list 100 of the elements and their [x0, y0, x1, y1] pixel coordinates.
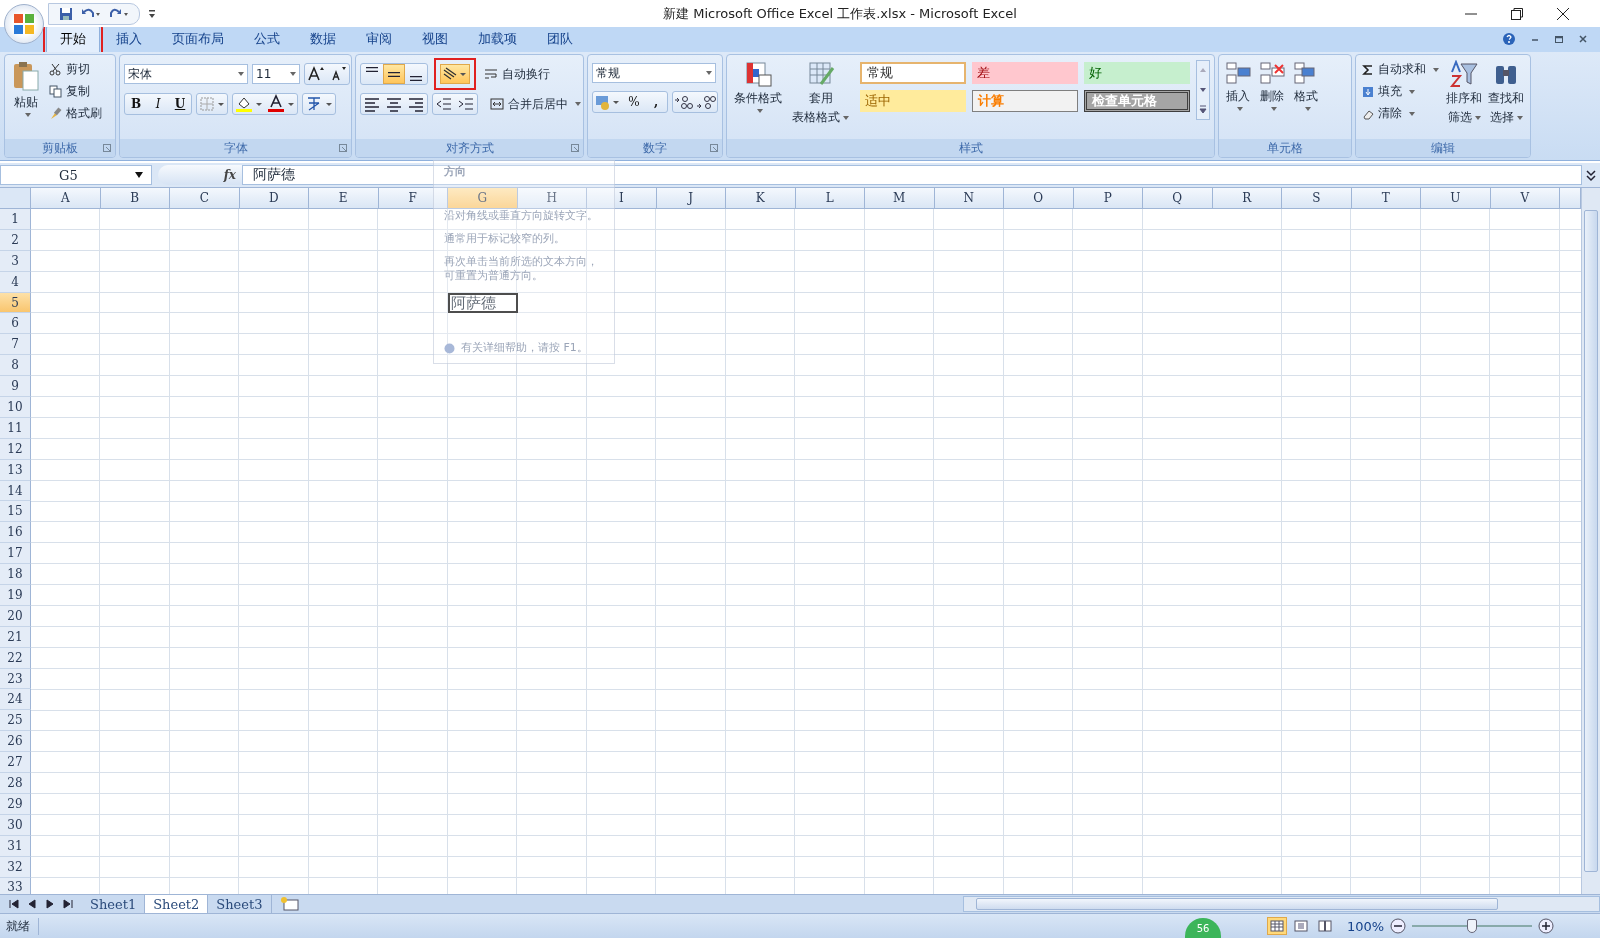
- sheet-nav-icon[interactable]: [62, 898, 74, 910]
- percent-button[interactable]: %: [623, 92, 645, 112]
- italic-button[interactable]: I: [147, 94, 169, 114]
- column-header[interactable]: J: [656, 188, 726, 209]
- row-header[interactable]: 6: [0, 313, 31, 335]
- ribbon-tab[interactable]: 数据: [296, 25, 350, 52]
- row-header[interactable]: 10: [0, 397, 31, 418]
- row-header[interactable]: 21: [0, 626, 31, 648]
- ribbon-tab[interactable]: 视图: [408, 25, 462, 52]
- restore-icon[interactable]: [1510, 6, 1524, 21]
- row-header[interactable]: 27: [0, 752, 31, 774]
- row-header[interactable]: 1: [0, 209, 31, 230]
- conditional-format-button[interactable]: 条件格式: [731, 58, 785, 115]
- sheet-tab[interactable]: Sheet2: [145, 895, 209, 913]
- merge-center-button[interactable]: 合并后居中: [488, 94, 583, 114]
- cell-style-option[interactable]: 差: [972, 62, 1078, 84]
- clipboard-command[interactable]: 剪切: [47, 60, 104, 79]
- column-header[interactable]: A: [31, 188, 101, 209]
- fill-button[interactable]: 填充: [1360, 82, 1441, 101]
- row-header[interactable]: 12: [0, 438, 31, 460]
- find-select-button[interactable]: 查找和 选择: [1487, 58, 1525, 128]
- gallery-scroll-icon[interactable]: [1196, 60, 1210, 120]
- ribbon-tab[interactable]: 开始: [46, 25, 100, 52]
- row-header[interactable]: 26: [0, 731, 31, 753]
- paste-button[interactable]: 粘贴: [9, 58, 43, 119]
- office-button[interactable]: [4, 4, 44, 44]
- cell-style-option[interactable]: 好: [1084, 62, 1190, 84]
- row-header[interactable]: 19: [0, 585, 31, 606]
- customize-icon[interactable]: [148, 8, 156, 19]
- autosum-button[interactable]: 自动求和: [1360, 60, 1441, 79]
- zoom-out-icon[interactable]: [1390, 918, 1407, 934]
- zoom-slider-thumb[interactable]: [1467, 919, 1478, 933]
- ribbon-tab[interactable]: 页面布局: [158, 25, 238, 52]
- bold-button[interactable]: B: [125, 94, 147, 114]
- insert-button[interactable]: 插入: [1223, 58, 1253, 113]
- horizontal-scrollbar[interactable]: [962, 896, 1600, 912]
- column-header[interactable]: U: [1421, 188, 1491, 209]
- clipboard-command[interactable]: 复制: [47, 82, 104, 101]
- row-header[interactable]: 30: [0, 814, 31, 836]
- cell-style-option[interactable]: 适中: [860, 90, 966, 112]
- column-header[interactable]: P: [1073, 188, 1143, 209]
- row-header[interactable]: 28: [0, 773, 31, 794]
- ribbon-tab[interactable]: 公式: [240, 25, 294, 52]
- underline-button[interactable]: U: [169, 94, 191, 114]
- orientation-button[interactable]: [440, 64, 470, 84]
- save-icon[interactable]: [59, 6, 73, 21]
- column-header[interactable]: G: [448, 188, 518, 209]
- sheet-nav-icon[interactable]: [8, 898, 20, 910]
- row-header[interactable]: 4: [0, 271, 31, 293]
- column-header[interactable]: N: [934, 188, 1004, 209]
- font-size-dropdown[interactable]: 11: [252, 64, 300, 84]
- column-header[interactable]: C: [170, 188, 240, 209]
- row-header[interactable]: 11: [0, 417, 31, 439]
- format-button[interactable]: 格式: [1291, 58, 1321, 113]
- column-header[interactable]: E: [309, 188, 379, 209]
- row-header[interactable]: 32: [0, 856, 31, 878]
- column-header[interactable]: R: [1212, 188, 1282, 209]
- ribbon-tab[interactable]: 审阅: [352, 25, 406, 52]
- clear-button[interactable]: 清除: [1360, 104, 1441, 123]
- help-icon[interactable]: [1502, 32, 1516, 46]
- row-header[interactable]: 29: [0, 793, 31, 815]
- row-header[interactable]: 25: [0, 710, 31, 732]
- column-header[interactable]: S: [1282, 188, 1352, 209]
- zoom-in-icon[interactable]: [1538, 918, 1555, 934]
- column-header[interactable]: B: [100, 188, 170, 209]
- cell-style-option[interactable]: 常规: [860, 62, 966, 84]
- row-header[interactable]: 22: [0, 647, 31, 669]
- middle-align-button[interactable]: [383, 64, 405, 84]
- font-color-icon[interactable]: [265, 94, 297, 114]
- column-header[interactable]: D: [239, 188, 309, 209]
- row-header[interactable]: 13: [0, 459, 31, 481]
- page-break-view-button[interactable]: [1315, 917, 1335, 935]
- column-header[interactable]: Q: [1143, 188, 1213, 209]
- ribbon-tab[interactable]: 团队: [533, 25, 587, 52]
- clipboard-command[interactable]: 格式刷: [47, 104, 104, 123]
- ribbon-tab[interactable]: 插入: [102, 25, 156, 52]
- row-header[interactable]: 16: [0, 522, 31, 544]
- delete-button[interactable]: 删除: [1257, 58, 1287, 113]
- row-header[interactable]: 5: [0, 292, 31, 314]
- format-as-table-button[interactable]: 套用 表格格式: [789, 58, 852, 128]
- table-cell[interactable]: 阿萨德: [448, 292, 518, 314]
- row-header[interactable]: 18: [0, 564, 31, 586]
- row-header[interactable]: 8: [0, 355, 31, 377]
- row-header[interactable]: 2: [0, 229, 31, 251]
- sort-filter-button[interactable]: 排序和 筛选: [1445, 58, 1483, 128]
- column-header[interactable]: V: [1490, 188, 1560, 209]
- number-format-dropdown[interactable]: 常规: [592, 63, 716, 83]
- row-header[interactable]: 7: [0, 334, 31, 356]
- column-header[interactable]: I: [587, 188, 657, 209]
- row-header[interactable]: 20: [0, 605, 31, 627]
- column-header[interactable]: T: [1351, 188, 1421, 209]
- column-header[interactable]: H: [517, 188, 587, 209]
- sheet-nav-icon[interactable]: [44, 898, 56, 910]
- ribbon-tab[interactable]: 加载项: [464, 25, 531, 52]
- zoom-level[interactable]: 100%: [1347, 918, 1385, 934]
- insert-function-button[interactable]: fx: [158, 165, 242, 185]
- sheet-nav-icon[interactable]: [26, 898, 38, 910]
- row-header[interactable]: 14: [0, 480, 31, 502]
- normal-view-button[interactable]: [1267, 917, 1287, 935]
- name-box[interactable]: G5: [0, 165, 152, 185]
